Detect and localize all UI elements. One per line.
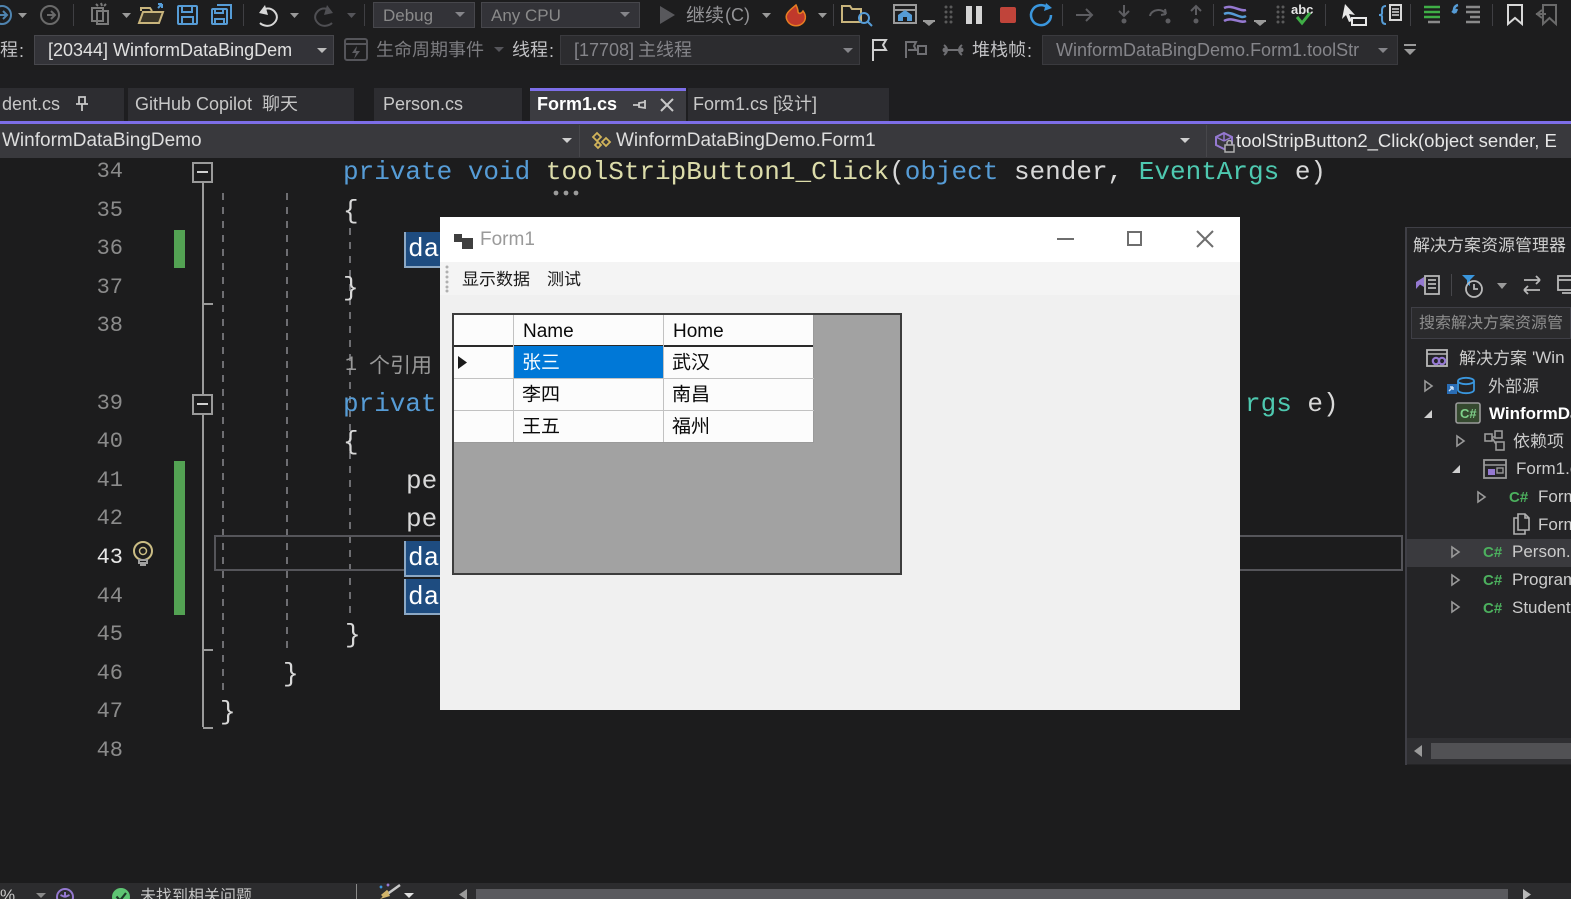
svg-text:C#: C#: [1460, 406, 1477, 421]
